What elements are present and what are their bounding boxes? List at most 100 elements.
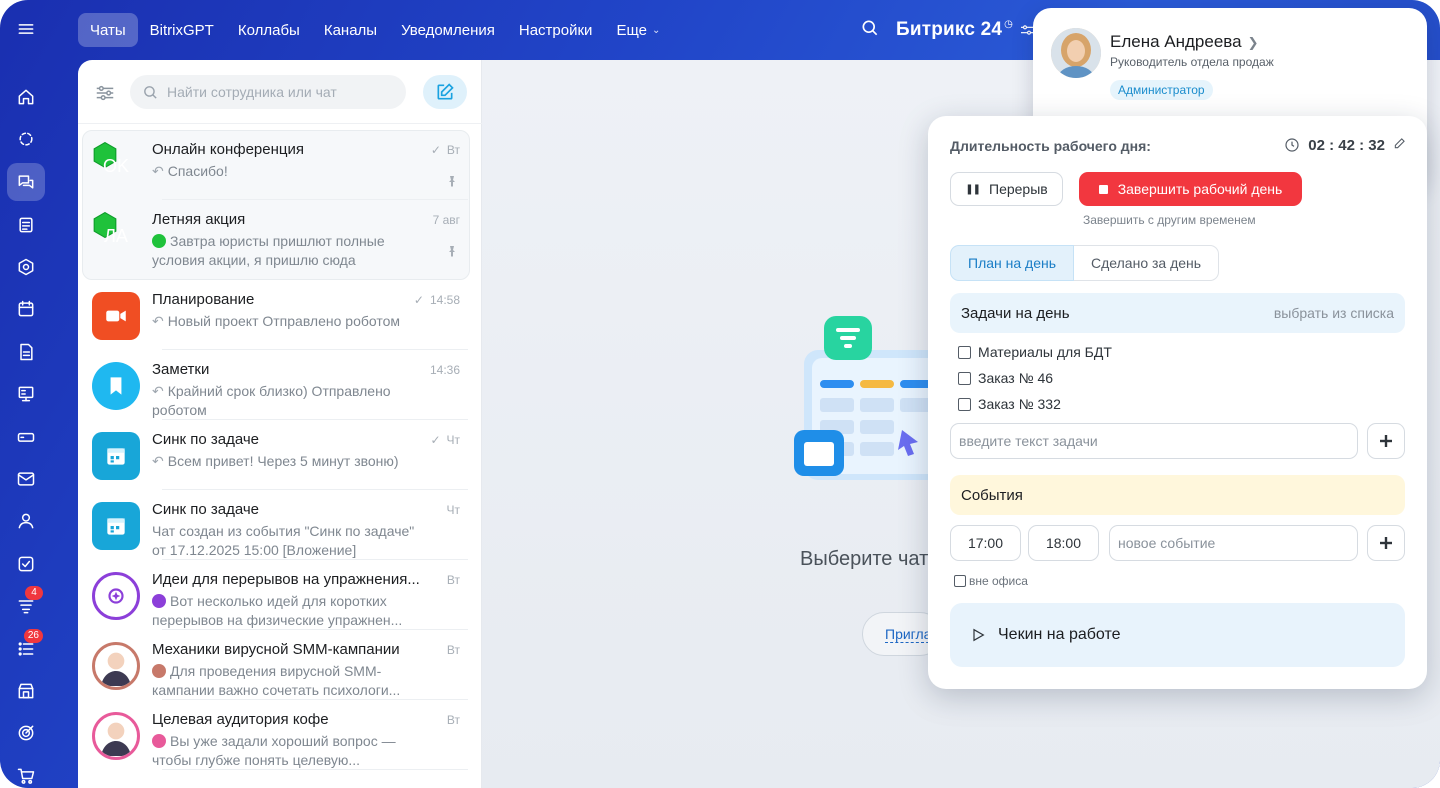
message-text: Всем привет! Через 5 минут звоню) — [167, 453, 399, 469]
sender-avatar — [152, 234, 166, 248]
avatar — [92, 712, 140, 760]
nav-notifications[interactable]: Уведомления — [389, 13, 507, 47]
event-end-time[interactable]: 18:00 — [1028, 525, 1099, 561]
rail-item[interactable] — [7, 545, 45, 583]
avatar — [92, 292, 140, 340]
rail-item[interactable] — [7, 714, 45, 752]
task-checkbox[interactable] — [958, 397, 971, 411]
chat-time-text: Вт — [446, 713, 460, 727]
task-checkbox[interactable] — [958, 345, 971, 359]
event-start-time[interactable]: 17:00 — [950, 525, 1021, 561]
notification-badge: 4 — [25, 586, 43, 600]
chat-list-item[interactable]: Механики вирусной SMM-кампании Вт Для пров… — [78, 630, 482, 700]
tasks-doc-icon — [19, 217, 33, 233]
out-of-office-toggle[interactable]: вне офиса — [954, 574, 1028, 588]
rail-item[interactable] — [7, 10, 45, 48]
nav-bitrixgpt[interactable]: BitrixGPT — [138, 13, 226, 47]
nav-collabs[interactable]: Коллабы — [226, 13, 312, 47]
rail-item[interactable] — [7, 206, 45, 244]
chat-title: Идеи для перерывов на упражнения... — [152, 571, 420, 588]
pencil-icon[interactable] — [1385, 136, 1407, 154]
nav-channels[interactable]: Каналы — [312, 13, 389, 47]
chat-list-item[interactable]: Целевая аудитория кофе Вт Вы уже задали хо… — [78, 700, 482, 770]
rail-item[interactable] — [7, 248, 45, 286]
nav-chats[interactable]: Чаты — [78, 13, 138, 47]
chat-time: Вт — [447, 573, 460, 587]
rail-item[interactable] — [7, 460, 45, 498]
rail-item[interactable] — [7, 502, 45, 540]
top-nav: Чаты BitrixGPT Коллабы Каналы Уведомлени… — [78, 12, 672, 48]
nav-more[interactable]: Еще ⌄ — [604, 13, 672, 47]
profile-name-text: Елена Андреева — [1110, 32, 1242, 51]
chat-title: Заметки — [152, 361, 210, 378]
rail-item[interactable]: 4 — [7, 586, 45, 625]
task-item[interactable]: Заказ № 46 — [958, 368, 1053, 388]
out-of-office-checkbox[interactable] — [954, 575, 966, 587]
task-item[interactable]: Материалы для БДТ — [958, 342, 1112, 362]
add-event-button[interactable] — [1367, 525, 1405, 561]
rail-item[interactable] — [7, 163, 45, 201]
chat-list-item[interactable]: Синк по задаче Чт Чат создан из события "С… — [78, 490, 482, 560]
chat-illustration — [794, 316, 944, 480]
brand-logo[interactable]: Битрикс 24 ◷ — [896, 19, 1013, 41]
nav-settings[interactable]: Настройки — [507, 13, 605, 47]
store-icon — [18, 683, 34, 699]
chat-time-text: 14:58 — [429, 293, 460, 307]
search-icon — [144, 85, 157, 99]
chat-search-input[interactable] — [167, 84, 387, 100]
chat-list-panel: OKОнлайн конференция✓Вт↶Спасибо!ЛАЛетняя… — [78, 60, 482, 788]
rail-item[interactable] — [7, 672, 45, 710]
rail-item[interactable] — [7, 333, 45, 371]
chat-list-item[interactable]: Планирование ✓ 14:58 ↶ Новый проект Отправле… — [78, 280, 482, 350]
reply-arrow-icon: ↶ — [152, 163, 164, 179]
new-chat-button[interactable] — [423, 75, 467, 109]
tab-done[interactable]: Сделано за день — [1074, 245, 1220, 281]
settings-sliders-icon[interactable] — [1013, 18, 1035, 43]
chat-time: ✓ Вт — [431, 143, 460, 157]
feed-icon — [19, 132, 33, 146]
empty-state-title: Выберите чат — [800, 548, 929, 570]
rail-item[interactable] — [7, 120, 45, 158]
avatar[interactable] — [1051, 28, 1101, 78]
task-item[interactable]: Заказ № 332 — [958, 394, 1061, 414]
rail-item[interactable] — [7, 290, 45, 328]
search-icon[interactable] — [860, 18, 880, 43]
chat-list-item[interactable]: Заметки 14:36 ↶ Крайний срок близко) Отправ… — [78, 350, 482, 420]
role-badge: Администратор — [1110, 80, 1213, 100]
rail-item[interactable] — [7, 418, 45, 456]
profile-name[interactable]: Елена Андреева ❯ — [1110, 32, 1259, 52]
checkin-button[interactable]: Чекин на работе — [950, 603, 1405, 667]
plus-icon — [1380, 537, 1392, 549]
chat-list-item[interactable]: Синк по задаче ✓ Чт ↶ Всем привет! Через 5 м… — [78, 420, 482, 490]
tab-plan[interactable]: План на день — [950, 245, 1075, 281]
chat-time-text: Вт — [446, 573, 460, 587]
finish-day-button[interactable]: Завершить рабочий день — [1079, 172, 1302, 206]
task-label: Материалы для БДТ — [978, 344, 1112, 360]
filter-icon[interactable] — [92, 80, 118, 106]
rail-item[interactable] — [7, 78, 45, 116]
pause-label: Перерыв — [989, 181, 1048, 197]
task-text-input[interactable] — [959, 433, 1349, 449]
message-text: Спасибо! — [167, 163, 228, 179]
profile-role: Руководитель отдела продаж — [1110, 55, 1274, 69]
chat-title: Механики вирусной SMM-кампании — [152, 641, 400, 658]
rail-item[interactable] — [7, 757, 45, 788]
sender-avatar — [152, 594, 166, 608]
task-checkbox[interactable] — [958, 371, 971, 385]
message-text: Вот несколько идей для коротких перерыво… — [152, 593, 403, 628]
event-text-input[interactable] — [1118, 535, 1349, 551]
pause-button[interactable]: ❚❚ Перерыв — [950, 172, 1063, 206]
hexagon-icon — [18, 258, 34, 276]
avatar — [92, 572, 140, 620]
chat-list-item[interactable]: ЛА Летняя акция 7 авг Завтра юристы пришлют… — [78, 200, 482, 270]
finish-other-time-link[interactable]: Завершить с другим временем — [1083, 213, 1256, 227]
mail-icon — [17, 472, 35, 486]
add-task-button[interactable] — [1367, 423, 1405, 459]
rail-item[interactable]: 26 — [7, 629, 45, 668]
chat-list-item[interactable]: Идеи для перерывов на упражнения... Вт Вот… — [78, 560, 482, 630]
choose-from-list-link[interactable]: выбрать из списка — [1274, 305, 1394, 321]
avatar: ЛА — [92, 212, 140, 260]
stop-icon — [1098, 184, 1108, 194]
rail-item[interactable] — [7, 375, 45, 413]
chat-list-item[interactable]: OK Онлайн конференция ✓ Вт ↶ Спасибо! — [78, 130, 482, 200]
